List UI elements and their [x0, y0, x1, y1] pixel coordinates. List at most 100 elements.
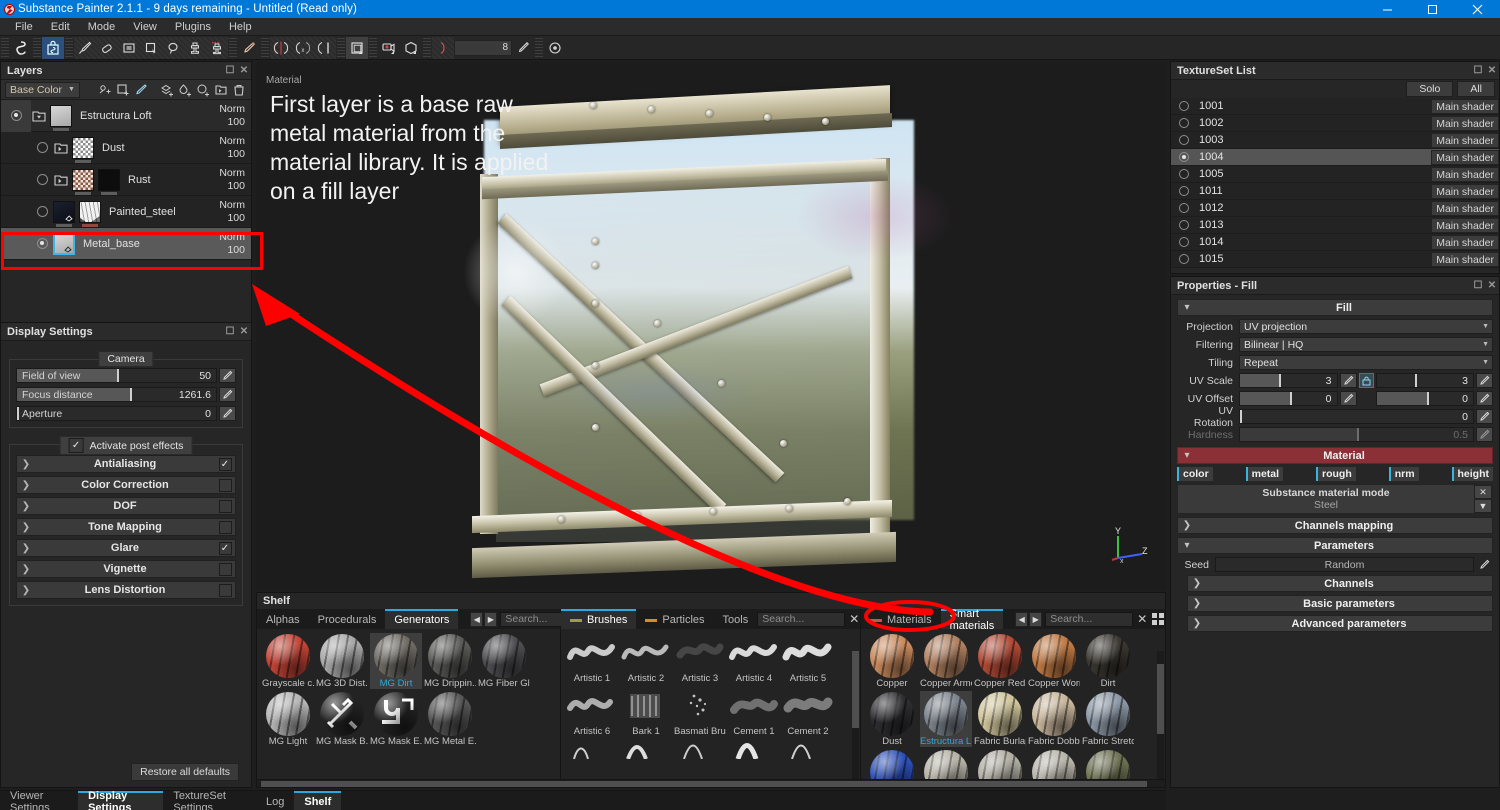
shelf-item[interactable]: Dirt — [1082, 633, 1134, 689]
shelf-tab-procedurals[interactable]: Procedurals — [308, 609, 386, 629]
uv-offset-u-edit-icon[interactable] — [1339, 391, 1357, 406]
layer-opacity[interactable]: 100 — [219, 148, 245, 161]
post-effects-group-label[interactable]: ✓ Activate post effects — [59, 436, 193, 455]
clone-source-icon[interactable] — [206, 37, 228, 59]
textureset-radio[interactable] — [1179, 152, 1189, 162]
toolbar-grip-6[interactable] — [337, 37, 345, 58]
shelf-item[interactable]: Artistic 4 — [728, 633, 780, 684]
chevron-right-icon[interactable]: ❯ — [17, 564, 35, 575]
seed-slider[interactable]: Random — [1215, 557, 1474, 572]
shelf-search-brushes[interactable]: Search... — [757, 611, 846, 627]
paint-brush-icon[interactable] — [74, 37, 96, 59]
layer-opacity[interactable]: 100 — [219, 244, 245, 257]
chevron-right-icon[interactable]: ❯ — [1178, 520, 1196, 531]
textureset-float-icon[interactable]: ☐ — [1471, 64, 1485, 78]
add-effect-icon[interactable] — [97, 82, 113, 98]
layer-mask-thumbnail[interactable] — [79, 200, 101, 227]
effect-row-glare[interactable]: ❯ Glare ✓ — [16, 539, 236, 557]
symmetry-plane-icon[interactable]: x — [292, 37, 314, 59]
toolbar-grip-7[interactable] — [369, 37, 377, 58]
minimize-button[interactable] — [1365, 0, 1410, 18]
uv-offset-u-slider[interactable]: 0 — [1239, 391, 1338, 406]
shelf-search-materials[interactable]: Search... — [1045, 611, 1134, 627]
channel-tag-metal[interactable]: metal — [1245, 467, 1284, 481]
duplicate-layer-icon[interactable] — [195, 82, 211, 98]
textureset-radio[interactable] — [1179, 186, 1189, 196]
next-tab-icon[interactable]: ▶ — [1029, 611, 1043, 627]
layer-blend-mode[interactable]: Norm — [219, 135, 245, 148]
group-open-icon[interactable] — [31, 109, 47, 123]
layer-opacity[interactable]: 100 — [219, 212, 245, 225]
shelf-item[interactable]: Copper Armor — [920, 633, 972, 689]
menu-help[interactable]: Help — [220, 18, 261, 36]
shelf-tab-particles[interactable]: Particles — [636, 609, 714, 629]
layer-visibility-toggle-rust[interactable] — [31, 174, 53, 185]
properties-close-icon[interactable]: ✕ — [1485, 279, 1499, 293]
layer-blend-mode[interactable]: Norm — [219, 167, 245, 180]
textureset-radio[interactable] — [1179, 118, 1189, 128]
toolbar-grip[interactable] — [1, 37, 9, 58]
textureset-row-1014[interactable]: 1014 Main shader — [1171, 234, 1499, 251]
shelf-item[interactable]: Copper Red... — [974, 633, 1026, 689]
shelf-item[interactable]: MG Mask E... — [370, 691, 422, 747]
clear-search-icon[interactable]: ✕ — [847, 612, 861, 626]
add-fill-layer-icon[interactable] — [159, 82, 175, 98]
display-float-icon[interactable]: ☐ — [223, 325, 237, 339]
prev-tab-icon[interactable]: ◀ — [1015, 611, 1029, 627]
uv-scale-v-edit-icon[interactable] — [1476, 373, 1493, 388]
shelf-tab-smart-masks[interactable]: Smart — [1003, 609, 1013, 629]
textureset-radio[interactable] — [1179, 101, 1189, 111]
uv-scale-v-slider[interactable]: 3 — [1375, 373, 1474, 388]
delete-layer-icon[interactable] — [231, 82, 247, 98]
effect-checkbox-vignette[interactable] — [218, 562, 232, 576]
textureset-row-1015[interactable]: 1015 Main shader — [1171, 251, 1499, 268]
chevron-right-icon[interactable]: ❯ — [17, 480, 35, 491]
layer-row-dust[interactable]: Dust Norm 100 — [1, 132, 251, 164]
shelf-tab-tools[interactable]: Tools — [713, 609, 758, 629]
textureset-row-1013[interactable]: 1013 Main shader — [1171, 217, 1499, 234]
shelf-item[interactable]: Fabric Dobb... — [1028, 691, 1080, 747]
effect-row-dof[interactable]: ❯ DOF — [16, 497, 236, 515]
arc-icon[interactable] — [432, 37, 454, 59]
eraser-icon[interactable] — [96, 37, 118, 59]
layer-opacity[interactable]: 100 — [219, 116, 245, 129]
shelf-item[interactable]: Fabric Stretc... — [1082, 691, 1134, 747]
tab-shelf[interactable]: Shelf — [294, 791, 342, 810]
uv-rotation-slider[interactable]: 0 — [1239, 409, 1474, 424]
properties-float-icon[interactable]: ☐ — [1471, 279, 1485, 293]
focus-distance-edit-icon[interactable] — [219, 387, 236, 402]
shelf-materials-scrollbar[interactable] — [1157, 651, 1164, 779]
effect-row-vignette[interactable]: ❯ Vignette — [16, 560, 236, 578]
textureset-row-1003[interactable]: 1003 Main shader — [1171, 132, 1499, 149]
tab-log[interactable]: Log — [256, 791, 294, 810]
material-section-header[interactable]: ▾ Material — [1177, 447, 1493, 464]
brush-size-value[interactable]: 8 — [454, 39, 512, 56]
shelf-item[interactable]: Basmati Brush — [674, 686, 726, 737]
textureset-row-1001[interactable]: 1001 Main shader — [1171, 98, 1499, 115]
chevron-right-icon[interactable]: ❯ — [17, 543, 35, 554]
shelf-tab-smart-materials[interactable]: Smart materials — [940, 608, 1004, 632]
aperture-edit-icon[interactable] — [219, 406, 236, 421]
textureset-row-1004[interactable]: 1004 Main shader — [1171, 149, 1499, 166]
channels-header[interactable]: ❯ Channels — [1187, 575, 1493, 592]
layer-thumbnail[interactable] — [53, 200, 75, 227]
shelf-item[interactable]: Grayscale c... — [262, 633, 314, 689]
painting-mode-icon[interactable] — [42, 36, 64, 59]
shelf-item[interactable]: MG 3D Dist... — [316, 633, 368, 689]
shelf-tab-alphas[interactable]: Alphas — [257, 609, 309, 629]
projection-dropdown[interactable]: UV projection ▼ — [1239, 319, 1493, 334]
textureset-row-1012[interactable]: 1012 Main shader — [1171, 200, 1499, 217]
channel-tag-color[interactable]: color — [1177, 467, 1213, 481]
shelf-item[interactable]: Artistic 6 — [566, 686, 618, 737]
layers-float-icon[interactable]: ☐ — [223, 64, 237, 78]
3d-viewport[interactable]: Material First layer is a base raw metal… — [256, 62, 1166, 590]
symmetry-icon[interactable] — [270, 37, 292, 59]
layers-close-icon[interactable]: ✕ — [237, 64, 251, 78]
layer-opacity[interactable]: 100 — [219, 180, 245, 193]
effect-checkbox-glare[interactable]: ✓ — [218, 541, 232, 555]
effect-checkbox-dof[interactable] — [218, 499, 232, 513]
all-button[interactable]: All — [1457, 81, 1495, 97]
menu-edit[interactable]: Edit — [42, 18, 79, 36]
textureset-shader[interactable]: Main shader — [1431, 251, 1499, 267]
clear-search-icon[interactable]: ✕ — [1135, 612, 1149, 626]
